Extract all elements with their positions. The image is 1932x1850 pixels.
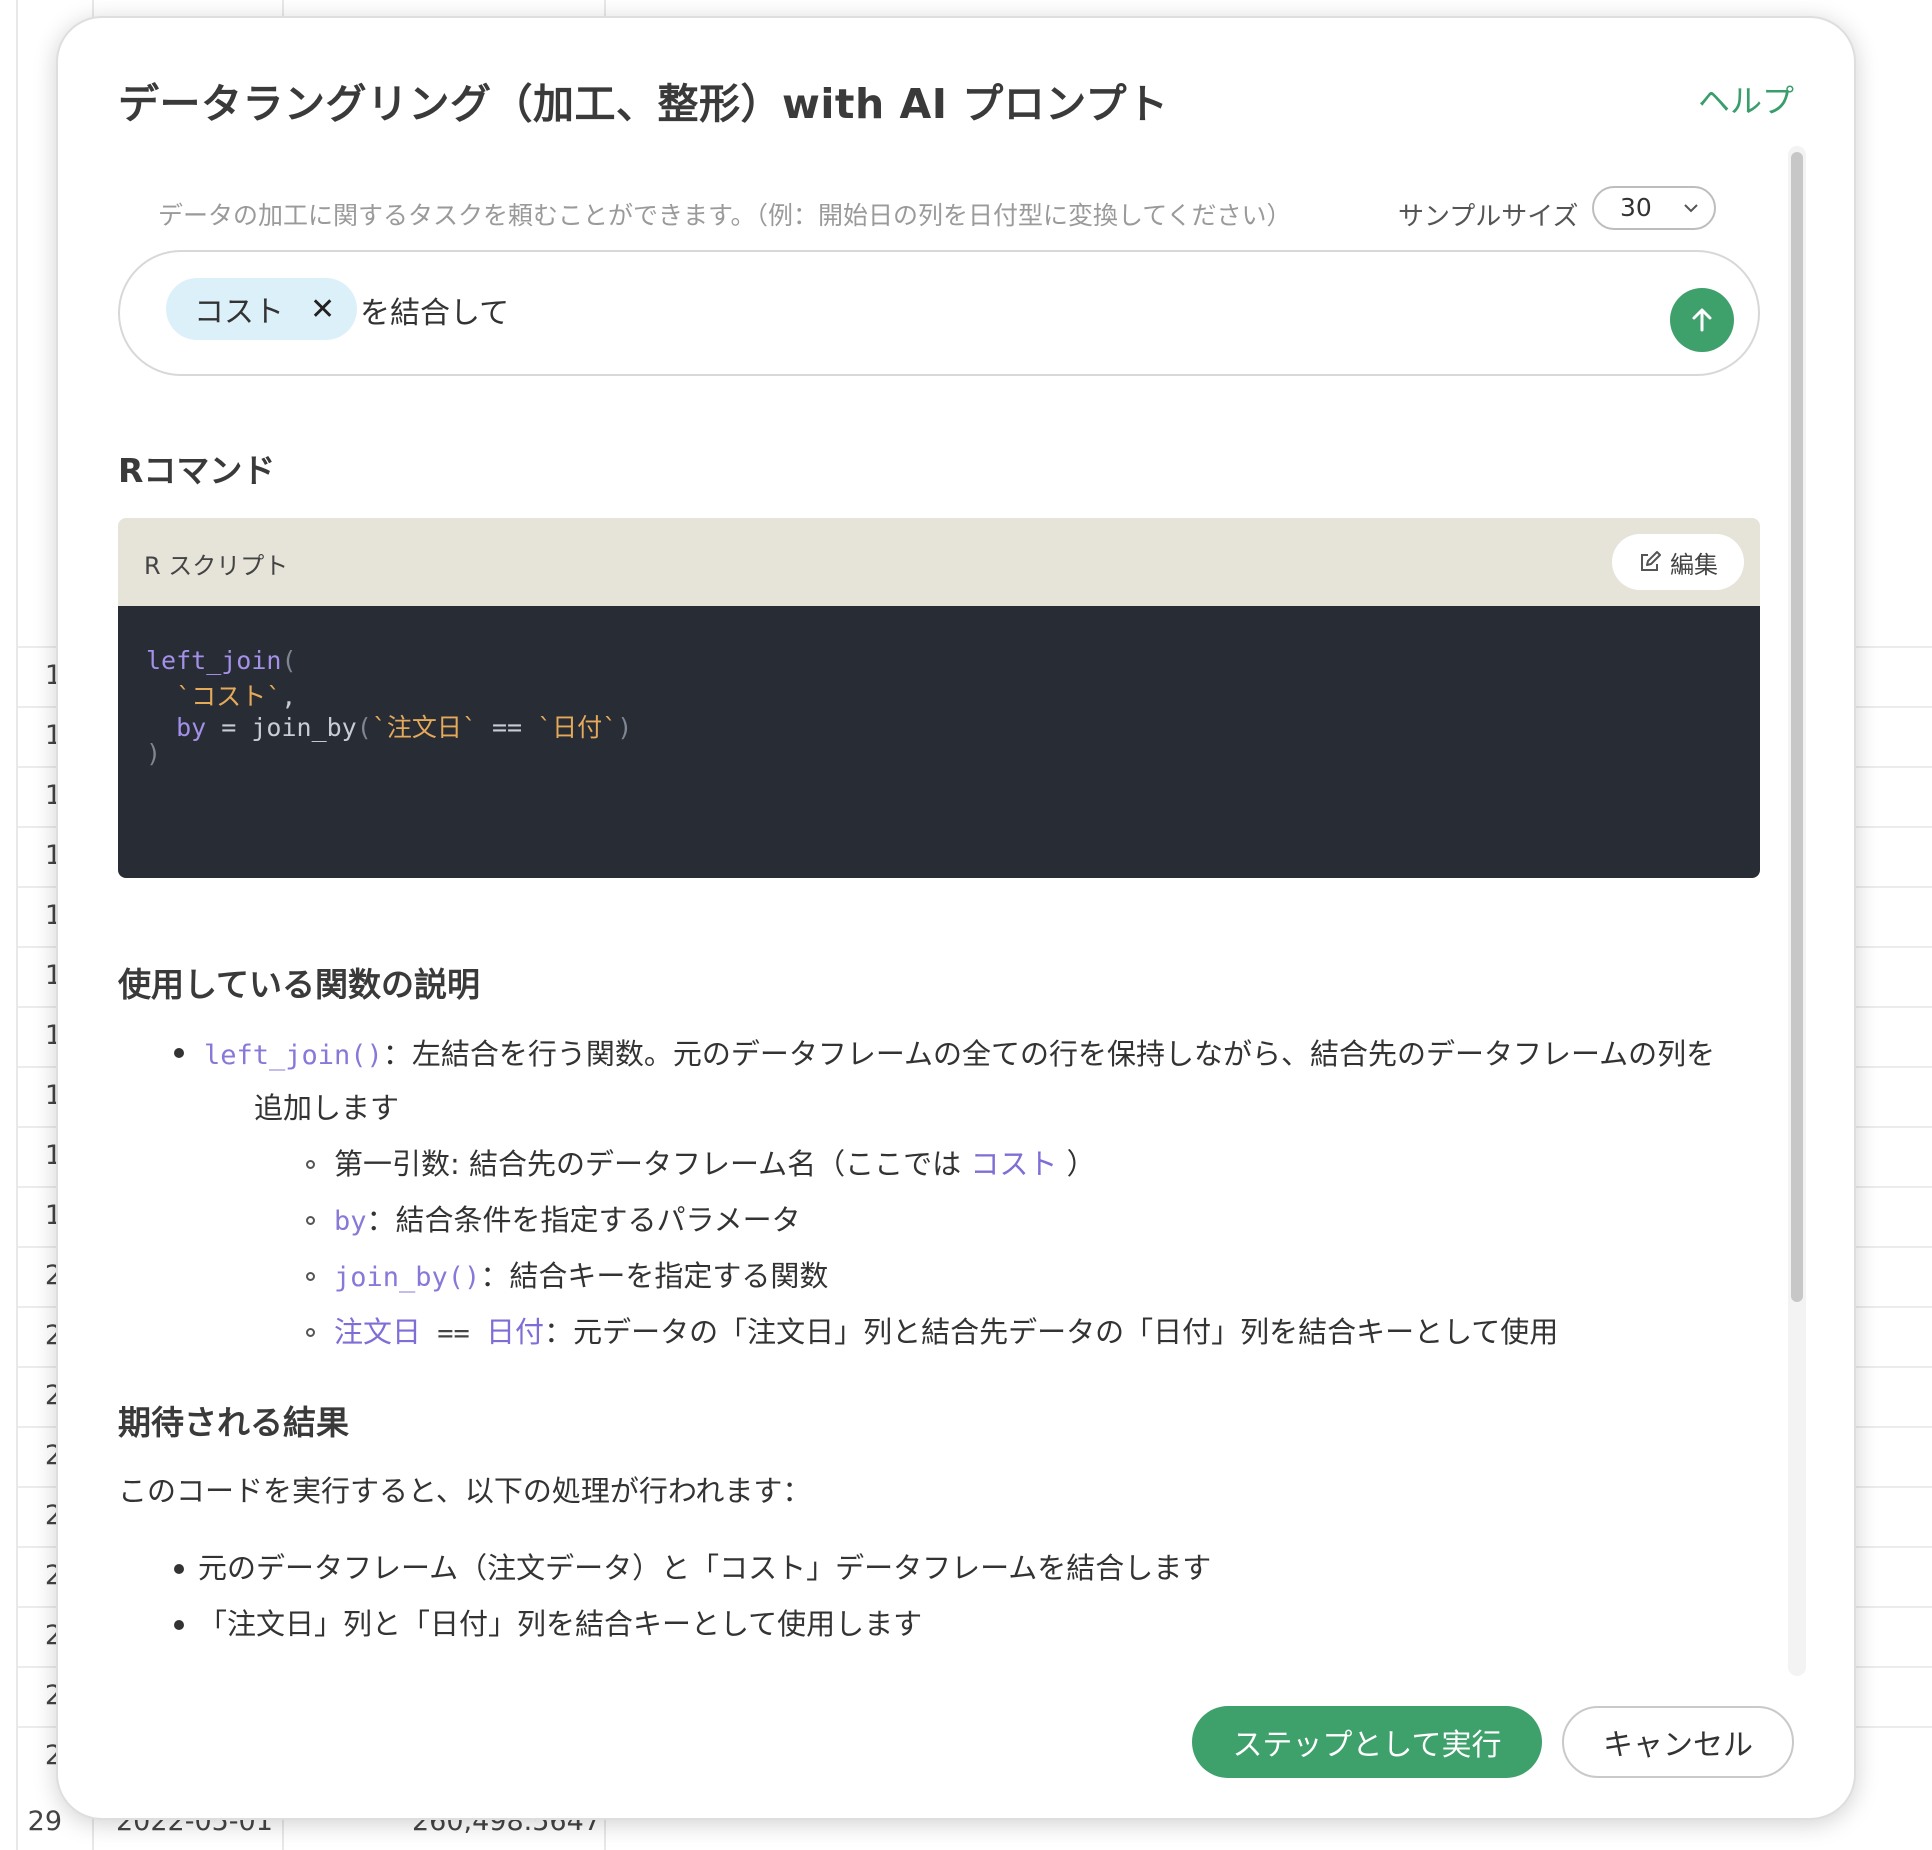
sample-size-value: 30 — [1620, 193, 1652, 222]
edit-button[interactable]: 編集 — [1612, 534, 1744, 590]
r-command-heading: Rコマンド — [118, 451, 276, 490]
results-intro: このコードを実行すると、以下の処理が行われます： — [118, 1474, 812, 1508]
prompt-hint: データの加工に関するタスクを頼むことができます。（例：開始日の列を日付型に変換し… — [158, 201, 1292, 230]
dialog-title: データラングリング（加工、整形）with AI プロンプト — [118, 80, 1169, 128]
r-script-header: R スクリプト 編集 — [118, 518, 1760, 606]
r-script-card: R スクリプト 編集 left_join( `コスト`, by = join_b… — [118, 518, 1760, 878]
scroll-thumb[interactable] — [1791, 152, 1803, 1302]
run-as-step-button[interactable]: ステップとして実行 — [1192, 1706, 1542, 1778]
function-description: ：左結合を行う関数。元のデータフレームの全ての行を保持しながら、結合先のデータフ… — [382, 1037, 1716, 1071]
bullet — [174, 1048, 184, 1058]
cancel-button[interactable]: キャンセル — [1562, 1706, 1794, 1778]
sub-item-join-by: join_by()：結合キーを指定する関数 — [334, 1259, 829, 1293]
grid-line — [16, 0, 18, 1850]
bullet — [174, 1564, 184, 1574]
sub-item-by: by：結合条件を指定するパラメータ — [334, 1203, 801, 1237]
sub-bullet — [306, 1160, 315, 1169]
functions-heading: 使用している関数の説明 — [118, 965, 481, 1004]
chip-label: コスト — [194, 295, 284, 330]
arrow-up-icon — [1692, 308, 1712, 332]
function-item-left-join: left_join()：左結合を行う関数。元のデータフレームの全ての行を保持しな… — [204, 1026, 1715, 1084]
sample-size-label: サンプルサイズ — [1398, 202, 1579, 232]
row-number: 29 — [27, 1806, 62, 1837]
function-name: left_join() — [204, 1040, 383, 1071]
prompt-text: を結合して — [360, 296, 510, 331]
prompt-input[interactable]: コスト ✕ を結合して — [118, 250, 1760, 376]
function-description-cont: 追加します — [254, 1091, 400, 1125]
edit-label: 編集 — [1670, 550, 1718, 579]
sub-item-join-key: 注文日 == 日付：元データの「注文日」列と結合先データの「日付」列を結合キーと… — [334, 1315, 1559, 1349]
bullet — [174, 1620, 184, 1630]
sample-size-select[interactable]: 30 — [1592, 186, 1716, 230]
ai-prompt-dialog: データラングリング（加工、整形）with AI プロンプト ヘルプ データの加工… — [56, 16, 1856, 1820]
results-heading: 期待される結果 — [118, 1403, 349, 1442]
content-scrollbar[interactable] — [1788, 146, 1806, 1676]
code-line-1: left_join( — [146, 646, 297, 675]
result-item: 元のデータフレーム（注文データ）と「コスト」データフレームを結合します — [198, 1551, 1212, 1585]
sub-item-first-arg: 第一引数: 結合先のデータフレーム名（ここでは コスト ） — [334, 1147, 1096, 1181]
remove-chip-icon[interactable]: ✕ — [310, 292, 335, 327]
chevron-down-icon — [1682, 188, 1700, 242]
dialog-content: データの加工に関するタスクを頼むことができます。（例：開始日の列を日付型に変換し… — [118, 146, 1776, 1676]
code-line-3: by = join_by(`注文日` == `日付`) — [176, 713, 633, 742]
r-script-label: R スクリプト — [144, 552, 289, 580]
sub-bullet — [306, 1328, 315, 1337]
result-item: 「注文日」列と「日付」列を結合キーとして使用します — [198, 1607, 923, 1641]
sub-bullet — [306, 1216, 315, 1225]
sub-bullet — [306, 1272, 315, 1281]
code-block: left_join( `コスト`, by = join_by(`注文日` == … — [118, 606, 1760, 878]
send-button[interactable] — [1670, 288, 1734, 352]
column-chip[interactable]: コスト ✕ — [166, 278, 358, 340]
edit-icon — [1641, 551, 1661, 571]
code-line-4: ) — [146, 739, 162, 768]
help-link[interactable]: ヘルプ — [1698, 76, 1794, 122]
